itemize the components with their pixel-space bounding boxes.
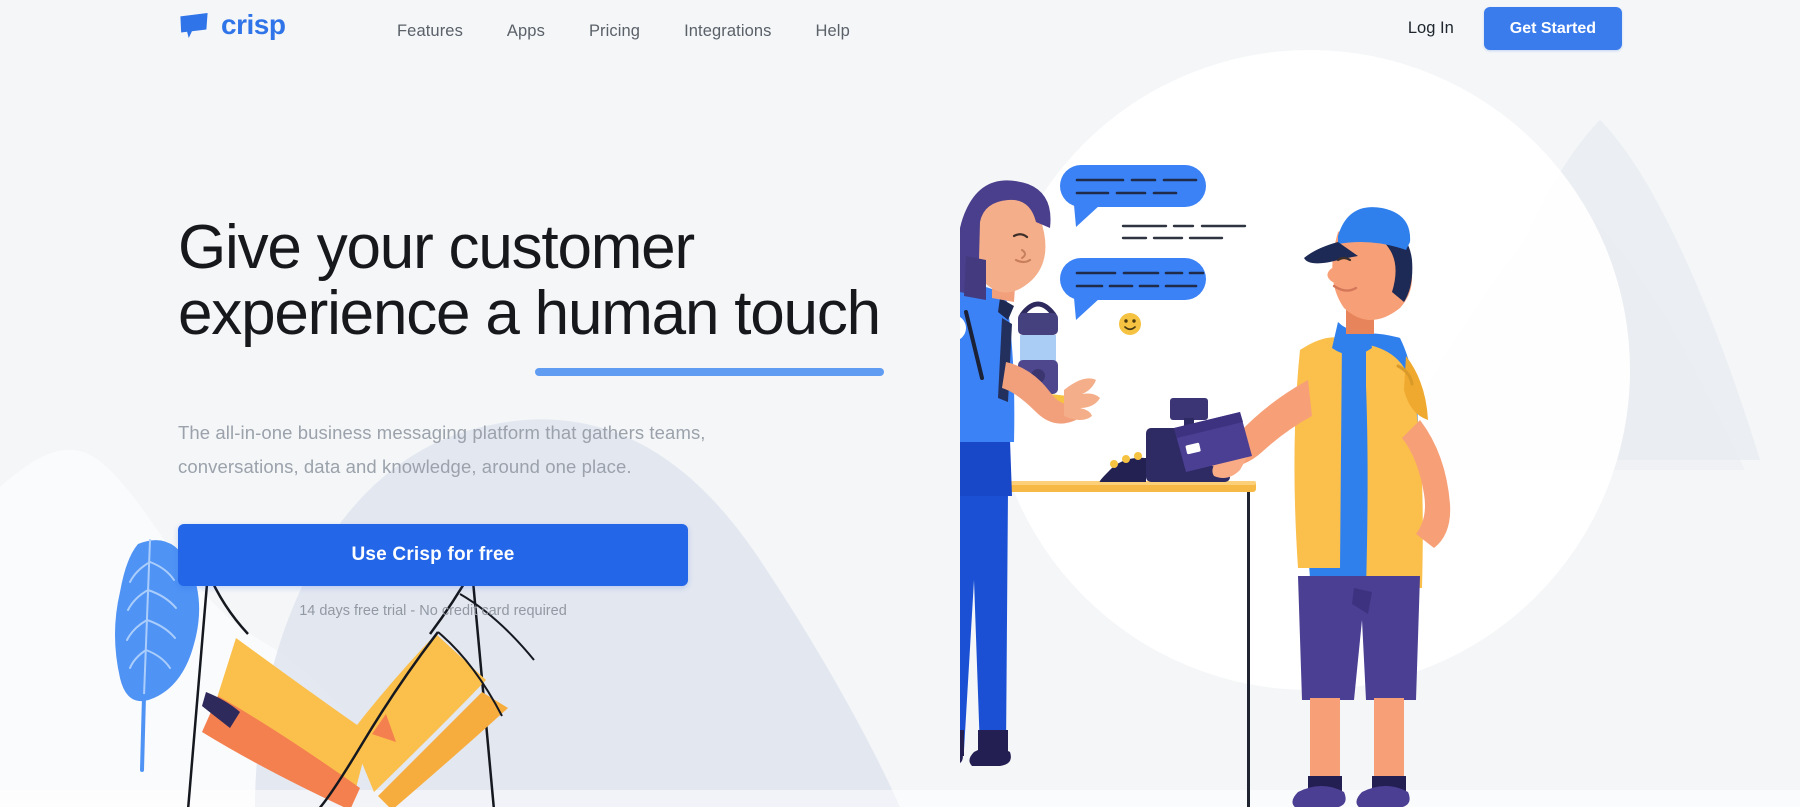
headline-line-1: Give your customer xyxy=(178,213,695,282)
headline-highlight: human touch xyxy=(534,279,885,377)
customer-man xyxy=(1174,207,1451,807)
speech-bubble-icon xyxy=(178,10,210,40)
headline-line-2-prefix: experience a xyxy=(178,279,535,349)
login-link[interactable]: Log In xyxy=(1404,13,1458,44)
use-crisp-for-free-button[interactable]: Use Crisp for free xyxy=(178,524,688,587)
page-title: Give your customer experience a human to… xyxy=(178,213,968,377)
hero-subheading: The all-in-one business messaging platfo… xyxy=(178,416,968,484)
cta-note: 14 days free trial - No credit card requ… xyxy=(299,603,567,620)
nav-item-pricing[interactable]: Pricing xyxy=(567,16,662,47)
get-started-button[interactable]: Get Started xyxy=(1483,7,1622,50)
subhead-line-1: The all-in-one business messaging platfo… xyxy=(178,421,706,443)
page-root: crisp Features Apps Pricing Integrations… xyxy=(0,0,1800,807)
hero-cta-group: Use Crisp for free 14 days free trial - … xyxy=(178,524,968,619)
hero-content: Give your customer experience a human to… xyxy=(178,213,968,619)
nav-item-help[interactable]: Help xyxy=(794,16,872,47)
subhead-line-2: conversations, data and knowledge, aroun… xyxy=(178,455,632,477)
logo[interactable]: crisp xyxy=(178,9,286,40)
chat-bubble-white-emoji xyxy=(1108,305,1240,358)
nav-item-apps[interactable]: Apps xyxy=(485,16,567,47)
site-header: crisp Features Apps Pricing Integrations… xyxy=(0,0,1800,62)
nav-item-features[interactable]: Features xyxy=(375,16,485,47)
shop-counter-chat-illustration xyxy=(960,60,1800,807)
logo-text: crisp xyxy=(221,9,286,40)
main-nav: Features Apps Pricing Integrations Help xyxy=(375,16,872,47)
nav-item-integrations[interactable]: Integrations xyxy=(662,16,793,47)
header-actions: Log In Get Started xyxy=(1404,7,1622,50)
